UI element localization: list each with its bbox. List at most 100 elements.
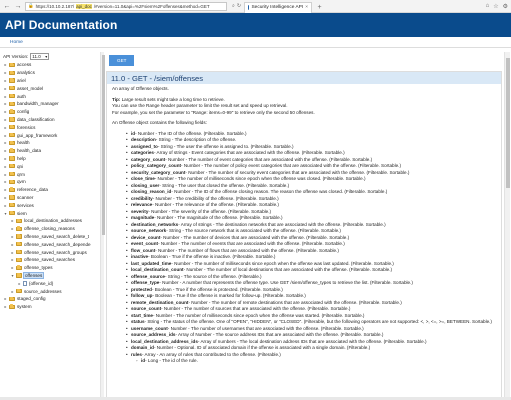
sidebar-item-bandwidth-manager[interactable]: ▸ bandwidth_manager [0,100,100,108]
sidebar-item-label: offense_saved_search_groups [24,249,87,255]
sidebar-item-offense-closing-reasons[interactable]: ▸ offense_closing_reasons [0,225,100,233]
chevron-right-icon[interactable]: ▸ [3,203,8,208]
new-tab-button[interactable]: + [315,3,324,12]
content-scrollbar[interactable] [504,52,510,397]
sidebar-item-asset-model[interactable]: ▸ asset_model [0,84,100,92]
chevron-down-icon[interactable]: ▾ [3,211,8,216]
chevron-right-icon[interactable]: ▸ [3,133,8,138]
chevron-right-icon[interactable]: ▸ [10,218,15,223]
sidebar-item-system[interactable]: ▸ system [0,303,100,311]
chevron-right-icon[interactable]: ▸ [3,164,8,169]
sidebar-item-qrm[interactable]: ▸ qrm [0,170,100,178]
endpoint-title: 11.0 - GET - /siem/offenses [107,72,501,84]
sidebar-item-offense-saved-search-depende[interactable]: ▸ offense_saved_search_depende [0,240,100,248]
chevron-right-icon[interactable]: ▸ [3,109,8,114]
home-link[interactable]: Home [10,40,23,45]
chevron-right-icon[interactable]: ▸ [3,148,8,153]
sidebar-item-scanner[interactable]: ▸ scanner [0,194,100,202]
sidebar-item-health[interactable]: ▸ health [0,139,100,147]
sidebar-item-offense-saved-search-delete-t[interactable]: ▸ offense_saved_search_delete_t [0,233,100,241]
sidebar-item-offense-saved-searches[interactable]: ▸ offense_saved_searches [0,256,100,264]
sidebar-item-source-addresses[interactable]: ▸ source_addresses [0,287,100,295]
folder-icon [16,257,22,262]
sidebar-item-label: auth [17,93,26,99]
chevron-right-icon[interactable]: ▸ [10,250,15,255]
sidebar-item-local-destination-addresses[interactable]: ▸ local_destination_addresses [0,217,100,225]
chevron-right-icon[interactable]: ▸ [10,289,15,294]
home-icon[interactable]: ⌂ [486,3,490,10]
tab-get[interactable]: GET [109,55,135,66]
sidebar-item-reference-data[interactable]: ▸ reference_data [0,186,100,194]
folder-icon [16,234,22,239]
sidebar-item-label: offense_types [24,265,53,271]
refresh-icon[interactable]: ↻ [237,3,241,9]
chevron-right-icon[interactable]: ▸ [3,304,8,309]
chevron-right-icon[interactable]: ▸ [3,125,8,130]
sidebar-item-staged-config[interactable]: ▸ staged_config [0,295,100,303]
chevron-right-icon[interactable]: ▸ [3,78,8,83]
forward-arrow-icon[interactable]: → [14,2,22,10]
chevron-right-icon[interactable]: ▸ [3,70,8,75]
chevron-right-icon[interactable]: ▸ [3,195,8,200]
tab-title: Security Intelligence API [251,5,304,10]
folder-icon [16,265,22,270]
chevron-right-icon[interactable]: ▸ [3,62,8,67]
chevron-right-icon[interactable]: ▸ [3,296,8,301]
sidebar-item-offense-id[interactable]: ▸ {offense_id} [0,279,100,287]
chevron-right-icon[interactable]: ▸ [10,226,15,231]
chevron-right-icon[interactable]: ▸ [10,242,15,247]
chevron-right-icon[interactable]: ▸ [10,257,15,262]
sidebar-item-offense-types[interactable]: ▸ offense_types [0,264,100,272]
chevron-right-icon[interactable]: ▸ [17,281,22,286]
tip-line-3: For example, you set the parameter to "R… [112,109,315,115]
sidebar-item-access[interactable]: ▸ access [0,61,100,69]
address-bar[interactable]: 🔒 https://10.10.2.187/api_doc/#version=1… [25,1,227,11]
back-arrow-icon[interactable]: ← [3,2,11,10]
star-icon[interactable]: ☆ [493,3,498,10]
sidebar-item-config[interactable]: ▸ config [0,108,100,116]
folder-icon [9,164,15,169]
sidebar-item-qni[interactable]: ▸ qni [0,162,100,170]
folder-icon [9,78,15,83]
sidebar-item-siem[interactable]: ▾ siem [0,209,100,217]
sidebar-item-label: access [17,62,32,68]
sidebar-item-forensics[interactable]: ▸ forensics [0,123,100,131]
chevron-right-icon[interactable]: ▸ [10,265,15,270]
search-icon[interactable]: ⌕ [232,3,235,9]
folder-icon [16,226,22,231]
sidebar-item-label: ariel [17,77,26,83]
sidebar-item-help[interactable]: ▸ help [0,155,100,163]
gear-icon[interactable]: ⚙ [503,3,508,10]
sidebar-item-ariel[interactable]: ▸ ariel [0,77,100,85]
url-suffix: /#version=11.0&api=%2Fsiem%2Foffenses&me… [93,3,210,9]
sidebar-scrollbar-thumb[interactable] [101,55,105,235]
tab-close-icon[interactable]: × [305,5,308,10]
sidebar-item-health-data[interactable]: ▸ health_data [0,147,100,155]
sidebar-item-gui-app-framework[interactable]: ▸ gui_app_framework [0,131,100,139]
chevron-right-icon[interactable]: ▸ [3,101,8,106]
sidebar-item-auth[interactable]: ▸ auth [0,92,100,100]
sidebar-item-offense-saved-search-groups[interactable]: ▸ offense_saved_search_groups [0,248,100,256]
chevron-right-icon[interactable]: ▸ [3,140,8,145]
folder-icon [9,109,15,114]
version-select[interactable]: 11.0 ▾ [30,53,50,60]
browser-tab[interactable]: Security Intelligence API × [244,1,313,13]
chevron-right-icon[interactable]: ▸ [3,187,8,192]
sidebar-item-qvm[interactable]: ▸ qvm [0,178,100,186]
chevron-right-icon[interactable]: ▸ [3,94,8,99]
content-scrollbar-thumb[interactable] [506,58,510,188]
sidebar-item-data-classification[interactable]: ▸ data_classification [0,116,100,124]
sidebar-scrollbar[interactable] [100,52,105,397]
chevron-right-icon[interactable]: ▸ [3,156,8,161]
sidebar-item-services[interactable]: ▸ services [0,201,100,209]
chevron-down-icon[interactable]: ▾ [10,273,15,278]
sidebar-item-offenses[interactable]: ▾ offenses [0,271,100,280]
sidebar-item-label: gui_app_framework [17,132,58,138]
sidebar-item-analytics[interactable]: ▸ analytics [0,69,100,77]
chevron-right-icon[interactable]: ▸ [3,172,8,177]
chevron-right-icon[interactable]: ▸ [3,179,8,184]
chevron-right-icon[interactable]: ▸ [10,234,15,239]
chevron-right-icon[interactable]: ▸ [3,117,8,122]
sidebar-item-label: bandwidth_manager [17,101,59,107]
chevron-right-icon[interactable]: ▸ [3,86,8,91]
